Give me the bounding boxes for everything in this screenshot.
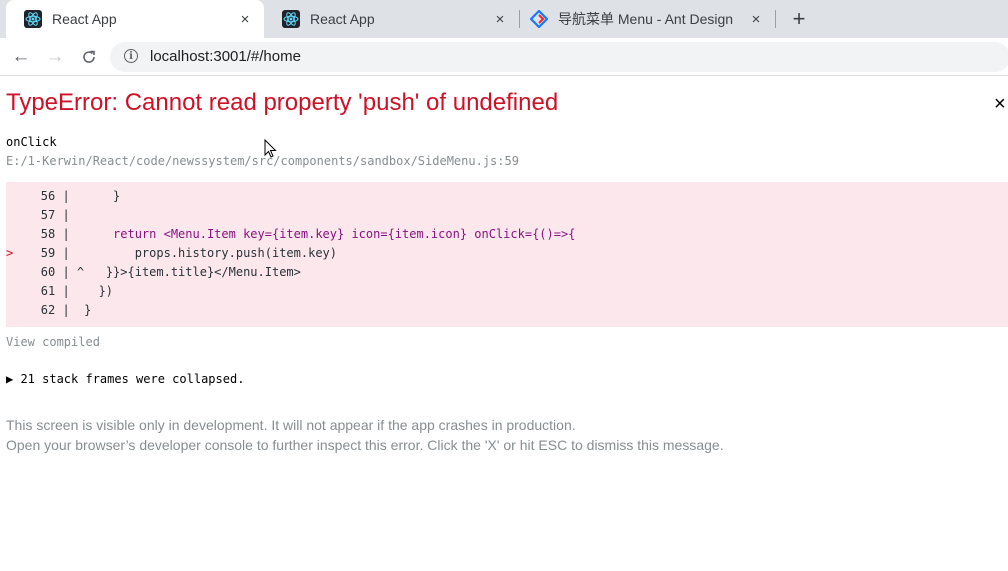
line-number: 60 <box>40 265 56 279</box>
tab-separator <box>775 10 776 28</box>
code-line: 56 | } <box>6 187 120 206</box>
tab-ant-design-menu[interactable]: 导航菜单 Menu - Ant Design × <box>520 0 775 38</box>
code-line-highlighted: >59 | props.history.push(item.key) <box>6 244 337 263</box>
line-code: return <Menu.Item key={item.key} icon={i… <box>69 227 576 241</box>
code-line: 61 | }) <box>6 282 113 301</box>
url-text[interactable]: localhost:3001/#/home <box>150 48 301 65</box>
close-tab-icon[interactable]: × <box>491 10 509 28</box>
tab-title: 导航菜单 Menu - Ant Design <box>558 11 734 27</box>
line-number: 57 <box>40 208 56 222</box>
line-marker <box>6 208 13 222</box>
address-bar[interactable]: i localhost:3001/#/home <box>110 42 1008 72</box>
line-code: } <box>69 303 92 317</box>
line-number: 59 <box>40 246 56 260</box>
dev-notice-line-1: This screen is visible only in developme… <box>6 417 576 433</box>
tab-title: React App <box>52 11 117 27</box>
line-code: props.history.push(item.key) <box>69 246 337 260</box>
ant-design-icon <box>530 10 548 28</box>
line-gutter: | <box>55 246 70 260</box>
close-icon[interactable]: × <box>994 93 1006 116</box>
error-function-name: onClick <box>6 135 57 149</box>
line-number: 58 <box>40 227 56 241</box>
line-code: }) <box>69 284 114 298</box>
mouse-cursor-icon <box>264 139 277 158</box>
line-gutter: | <box>55 284 70 298</box>
react-icon <box>24 10 42 28</box>
line-marker <box>6 303 13 317</box>
error-overlay: TypeError: Cannot read property 'push' o… <box>0 77 1008 571</box>
line-number: 56 <box>40 189 56 203</box>
line-number: 62 <box>40 303 56 317</box>
line-marker: > <box>6 246 14 260</box>
line-gutter: | ^ <box>55 265 85 279</box>
reload-icon <box>83 50 95 63</box>
browser-toolbar: ← → i localhost:3001/#/home <box>0 38 1008 76</box>
error-title: TypeError: Cannot read property 'push' o… <box>6 89 559 116</box>
code-frame: 56 | } 57 | 58 | return <Menu.Item key={… <box>6 182 1008 327</box>
close-tab-icon[interactable]: × <box>236 10 254 28</box>
arrow-left-icon: ← <box>11 46 31 67</box>
line-gutter: | <box>55 227 70 241</box>
line-marker <box>6 189 13 203</box>
line-gutter: | <box>55 208 70 222</box>
stack-frames-toggle[interactable]: ▶ 21 stack frames were collapsed. <box>6 372 244 386</box>
line-marker <box>6 284 13 298</box>
line-gutter: | <box>55 189 70 203</box>
line-code: } <box>69 189 121 203</box>
line-marker <box>6 227 13 241</box>
code-line: 58 | return <Menu.Item key={item.key} ic… <box>6 225 576 244</box>
tab-title: React App <box>310 11 375 27</box>
line-gutter: | <box>55 303 70 317</box>
forward-button[interactable]: → <box>43 45 67 69</box>
reload-button[interactable] <box>77 45 101 69</box>
tab-strip: React App × React App × 导航菜单 Menu - Ant … <box>0 0 1008 38</box>
line-code: }}>{item.title}</Menu.Item> <box>84 265 301 279</box>
tab-react-app-1[interactable]: React App × <box>6 0 264 38</box>
code-line: 62 | } <box>6 301 92 320</box>
back-button[interactable]: ← <box>9 45 33 69</box>
view-compiled-link[interactable]: View compiled <box>6 335 100 349</box>
code-line: 57 | <box>6 206 70 225</box>
arrow-right-icon: → <box>45 46 65 67</box>
react-icon <box>282 10 300 28</box>
new-tab-button[interactable]: + <box>786 6 812 32</box>
error-file-path[interactable]: E:/1-Kerwin/React/code/newssystem/src/co… <box>6 154 519 168</box>
line-marker <box>6 265 13 279</box>
code-line: 60 | ^ }}>{item.title}</Menu.Item> <box>6 263 301 282</box>
close-tab-icon[interactable]: × <box>747 10 765 28</box>
line-number: 61 <box>40 284 56 298</box>
dev-notice-line-2: Open your browser’s developer console to… <box>6 437 724 453</box>
site-info-icon[interactable]: i <box>124 49 138 63</box>
tab-react-app-2[interactable]: React App × <box>264 0 519 38</box>
